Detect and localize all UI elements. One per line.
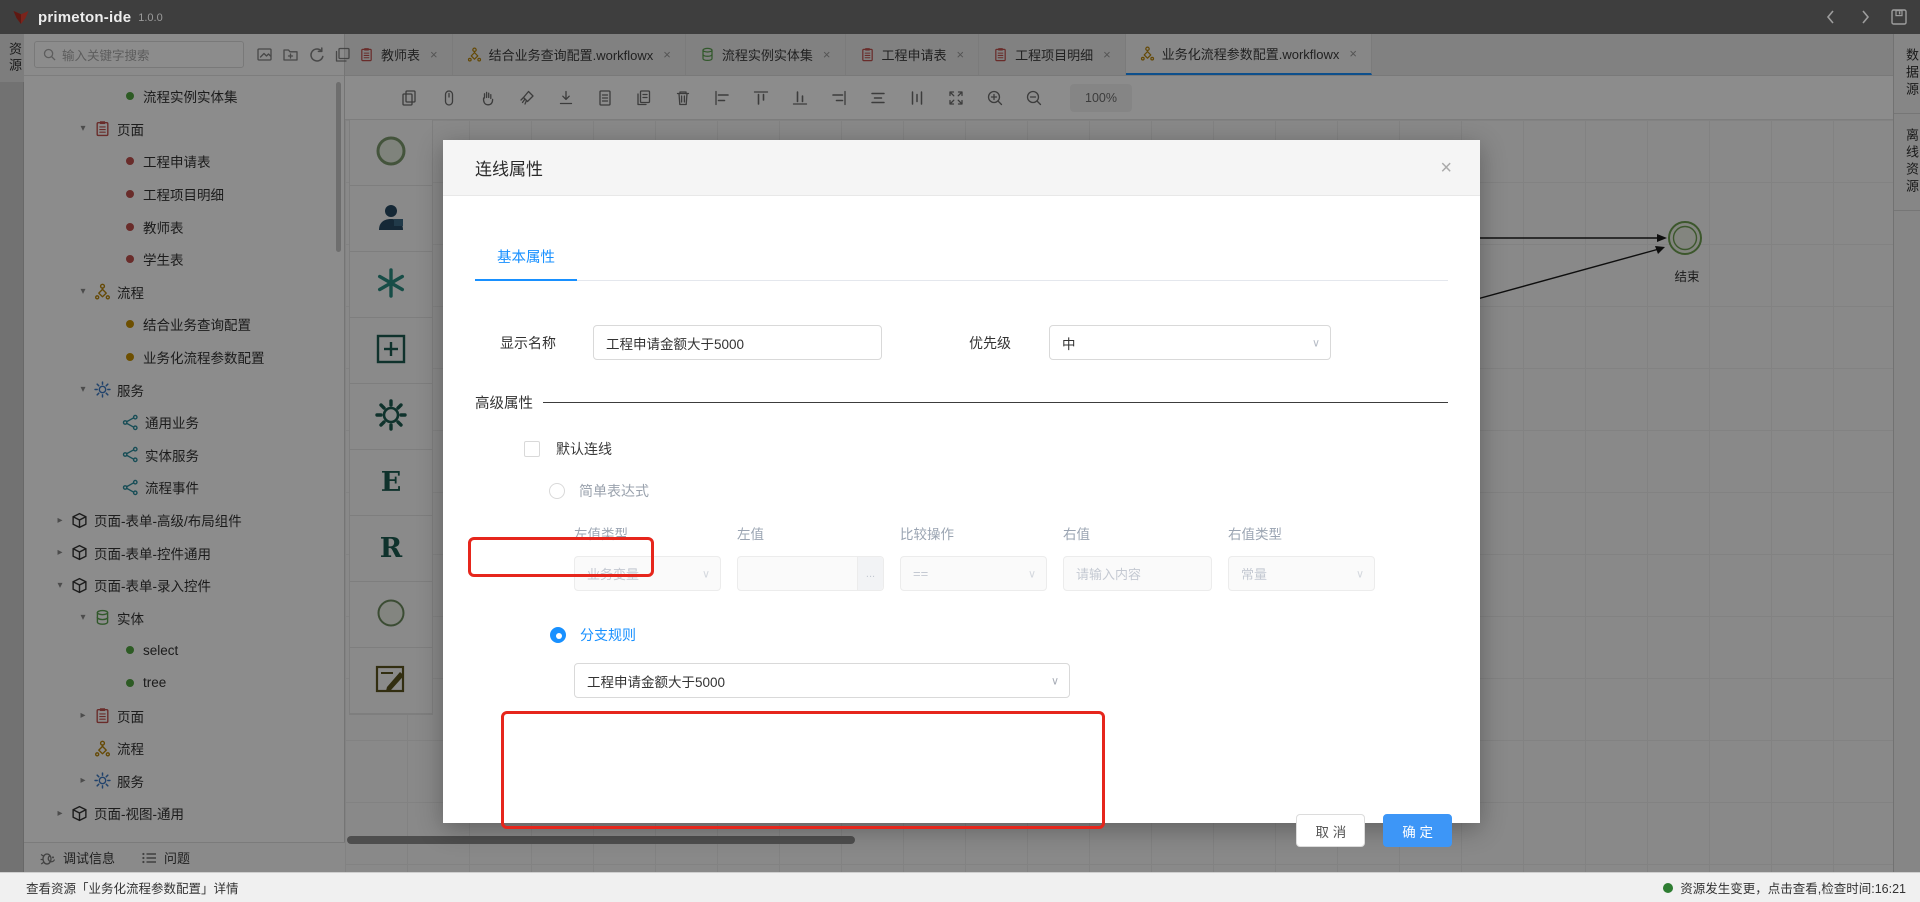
- right-value-placeholder: 请输入内容: [1076, 564, 1141, 583]
- left-value-picker-button[interactable]: ...: [857, 557, 883, 590]
- operator-select[interactable]: == ∨: [900, 556, 1047, 591]
- simple-expression-label[interactable]: 简单表达式: [579, 481, 649, 501]
- left-type-select[interactable]: 业务变量 ∨: [574, 556, 721, 591]
- right-type-select[interactable]: 常量 ∨: [1228, 556, 1375, 591]
- chevron-down-icon: ∨: [1312, 336, 1320, 349]
- save-icon[interactable]: [1890, 8, 1908, 26]
- branch-rule-select[interactable]: 工程申请金额大于5000 ∨: [574, 663, 1070, 698]
- advanced-section: 高级属性: [475, 392, 1448, 413]
- left-value-column: 左值 ...: [737, 523, 884, 591]
- cancel-button[interactable]: 取 消: [1296, 814, 1365, 847]
- nav-back-icon[interactable]: [1822, 8, 1840, 26]
- status-right-text: 资源发生变更，点击查看,检查时间:16:21: [1680, 878, 1906, 897]
- right-value-column: 右值 请输入内容: [1063, 523, 1212, 591]
- branch-rule-value: 工程申请金额大于5000: [587, 671, 725, 691]
- dialog-title: 连线属性: [475, 155, 543, 180]
- app-title: primeton-ide: [38, 9, 131, 26]
- left-value-label: 左值: [737, 523, 884, 543]
- line-properties-dialog: 连线属性 × 基本属性 显示名称 工程申请金额大于5000 优先级 中 ∨ 高级…: [443, 140, 1480, 823]
- app-version: 1.0.0: [138, 12, 162, 24]
- resource-change-notice[interactable]: 资源发生变更，点击查看,检查时间:16:21: [1663, 878, 1906, 897]
- status-bar: 查看资源「业务化流程参数配置」详情 资源发生变更，点击查看,检查时间:16:21: [0, 872, 1920, 902]
- app-window: primeton-ide 1.0.0 资源 输入关键字搜索 流程实例实体集▾页面…: [0, 0, 1920, 902]
- left-value-input[interactable]: ...: [737, 556, 884, 591]
- operator-column: 比较操作 == ∨: [900, 523, 1047, 591]
- right-type-value: 常量: [1241, 564, 1267, 583]
- app-logo-icon: [12, 8, 30, 26]
- nav-forward-icon[interactable]: [1856, 8, 1874, 26]
- chevron-down-icon: ∨: [702, 567, 710, 580]
- close-icon[interactable]: ×: [1440, 158, 1452, 178]
- branch-rule-select-wrap: 工程申请金额大于5000 ∨: [574, 663, 1070, 698]
- dialog-tabs: 基本属性: [475, 246, 1448, 281]
- right-value-label: 右值: [1063, 523, 1212, 543]
- highlight-box-branch-rule: [501, 711, 1105, 829]
- default-line-label[interactable]: 默认连线: [556, 439, 612, 459]
- operator-value: ==: [913, 566, 928, 581]
- default-line-row: 默认连线: [524, 439, 1448, 459]
- display-name-label: 显示名称: [500, 333, 556, 353]
- default-line-checkbox[interactable]: [524, 441, 540, 457]
- dialog-header: 连线属性 ×: [443, 140, 1480, 196]
- left-type-value: 业务变量: [587, 564, 639, 583]
- section-divider: [543, 402, 1448, 403]
- branch-rule-label[interactable]: 分支规则: [580, 625, 636, 645]
- dialog-footer: 取 消 确 定: [1296, 814, 1452, 847]
- priority-select[interactable]: 中 ∨: [1049, 325, 1331, 360]
- simple-expression-radio[interactable]: [549, 483, 565, 499]
- left-type-column: 左值类型 业务变量 ∨: [574, 523, 721, 591]
- simple-expression-row: 简单表达式: [549, 481, 1448, 501]
- chevron-down-icon: ∨: [1051, 674, 1059, 687]
- display-name-row: 显示名称 工程申请金额大于5000 优先级 中 ∨: [475, 325, 1448, 360]
- chevron-down-icon: ∨: [1356, 567, 1364, 580]
- left-type-label: 左值类型: [574, 523, 721, 543]
- ok-button[interactable]: 确 定: [1383, 814, 1452, 847]
- title-bar: primeton-ide 1.0.0: [0, 0, 1920, 34]
- right-type-label: 右值类型: [1228, 523, 1375, 543]
- simple-expression-fields: 左值类型 业务变量 ∨ 左值 ... 比较操作 ==: [574, 523, 1448, 591]
- branch-rule-row: 分支规则: [550, 625, 1448, 645]
- tab-basic-properties[interactable]: 基本属性: [475, 246, 577, 281]
- chevron-down-icon: ∨: [1028, 567, 1036, 580]
- operator-label: 比较操作: [900, 523, 1047, 543]
- status-left-text: 查看资源「业务化流程参数配置」详情: [26, 878, 239, 897]
- dialog-body: 基本属性 显示名称 工程申请金额大于5000 优先级 中 ∨ 高级属性 默认连线: [443, 246, 1480, 873]
- priority-value: 中: [1062, 333, 1076, 353]
- branch-rule-radio[interactable]: [550, 627, 566, 643]
- display-name-input[interactable]: 工程申请金额大于5000: [593, 325, 882, 360]
- priority-label: 优先级: [969, 333, 1011, 353]
- advanced-section-label: 高级属性: [475, 392, 533, 413]
- right-value-input[interactable]: 请输入内容: [1063, 556, 1212, 591]
- status-dot-icon: [1663, 883, 1673, 893]
- right-type-column: 右值类型 常量 ∨: [1228, 523, 1375, 591]
